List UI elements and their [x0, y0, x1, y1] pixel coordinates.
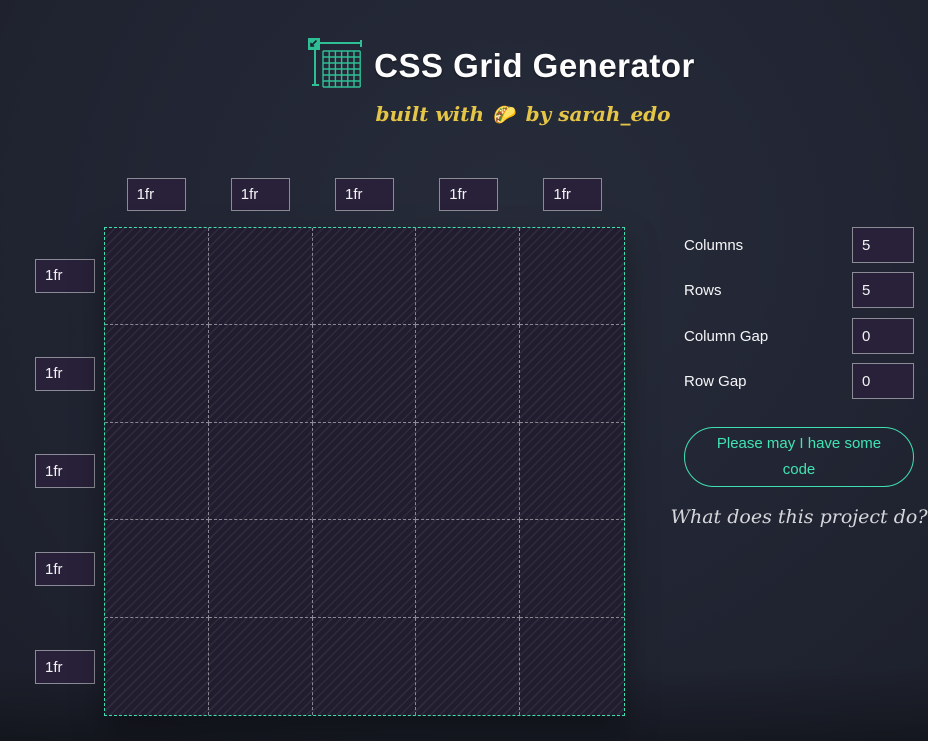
header: CSS Grid Generator built with 🌮 by sarah…: [0, 38, 928, 126]
grid-cell[interactable]: [520, 520, 624, 617]
grid-cell[interactable]: [105, 423, 209, 520]
column-track-input-5[interactable]: [543, 178, 602, 211]
settings-row-rows: Rows: [684, 272, 914, 308]
grid-cell[interactable]: [416, 618, 520, 715]
page-title: CSS Grid Generator: [374, 47, 695, 85]
grid-cell[interactable]: [520, 423, 624, 520]
grid-cell[interactable]: [313, 325, 417, 422]
columns-label: Columns: [684, 237, 743, 254]
grid-cell[interactable]: [416, 228, 520, 325]
grid-cell[interactable]: [313, 228, 417, 325]
css-grid-generator-app: CSS Grid Generator built with 🌮 by sarah…: [0, 0, 928, 741]
column-track-inputs: [104, 178, 625, 211]
row-gap-label: Row Gap: [684, 373, 747, 390]
row-track-input-2[interactable]: [35, 357, 95, 391]
grid-cell[interactable]: [416, 520, 520, 617]
row-track-input-4[interactable]: [35, 552, 95, 586]
grid-cell[interactable]: [416, 423, 520, 520]
row-track-slot: [35, 325, 95, 423]
column-track-slot: [312, 178, 416, 211]
grid-cell[interactable]: [520, 618, 624, 715]
column-gap-input[interactable]: [852, 318, 914, 354]
grid-cell[interactable]: [209, 423, 313, 520]
column-track-input-4[interactable]: [439, 178, 498, 211]
row-gap-input[interactable]: [852, 363, 914, 399]
column-track-slot: [417, 178, 521, 211]
settings-row-row-gap: Row Gap: [684, 363, 914, 399]
row-track-slot: [35, 520, 95, 618]
settings-row-column-gap: Column Gap: [684, 318, 914, 354]
column-gap-label: Column Gap: [684, 328, 768, 345]
rows-count-input[interactable]: [852, 272, 914, 308]
column-track-slot: [208, 178, 312, 211]
byline: built with 🌮 by sarah_edo: [59, 102, 928, 126]
grid-cell[interactable]: [105, 618, 209, 715]
row-track-input-5[interactable]: [35, 650, 95, 684]
column-track-slot: [521, 178, 625, 211]
title-row: CSS Grid Generator: [37, 38, 928, 93]
get-code-button[interactable]: Please may I have some code: [684, 427, 914, 487]
grid-cell[interactable]: [520, 325, 624, 422]
grid-cell[interactable]: [313, 423, 417, 520]
rows-label: Rows: [684, 282, 722, 299]
grid-cell[interactable]: [313, 618, 417, 715]
grid-cell[interactable]: [520, 228, 624, 325]
grid-logo-icon: [307, 38, 363, 93]
grid-cell[interactable]: [209, 520, 313, 617]
row-track-input-1[interactable]: [35, 259, 95, 293]
grid-cell[interactable]: [105, 520, 209, 617]
columns-count-input[interactable]: [852, 227, 914, 263]
grid-cell[interactable]: [209, 618, 313, 715]
row-track-slot: [35, 618, 95, 716]
row-track-slot: [35, 423, 95, 521]
column-track-input-3[interactable]: [335, 178, 394, 211]
column-track-input-2[interactable]: [231, 178, 290, 211]
row-track-slot: [35, 227, 95, 325]
row-track-input-3[interactable]: [35, 454, 95, 488]
grid-cell[interactable]: [209, 228, 313, 325]
grid-cell[interactable]: [416, 325, 520, 422]
settings-row-columns: Columns: [684, 227, 914, 263]
row-track-inputs: [35, 227, 95, 716]
byline-prefix: built with: [376, 102, 485, 126]
grid-cell[interactable]: [313, 520, 417, 617]
grid-cell[interactable]: [105, 228, 209, 325]
column-track-slot: [104, 178, 208, 211]
about-project-link[interactable]: What does this project do?: [664, 506, 928, 528]
grid-preview: [104, 227, 625, 716]
grid-cell[interactable]: [105, 325, 209, 422]
byline-author: by sarah_edo: [526, 102, 671, 126]
grid-cell[interactable]: [209, 325, 313, 422]
column-track-input-1[interactable]: [127, 178, 186, 211]
taco-emoji: 🌮: [491, 104, 519, 126]
